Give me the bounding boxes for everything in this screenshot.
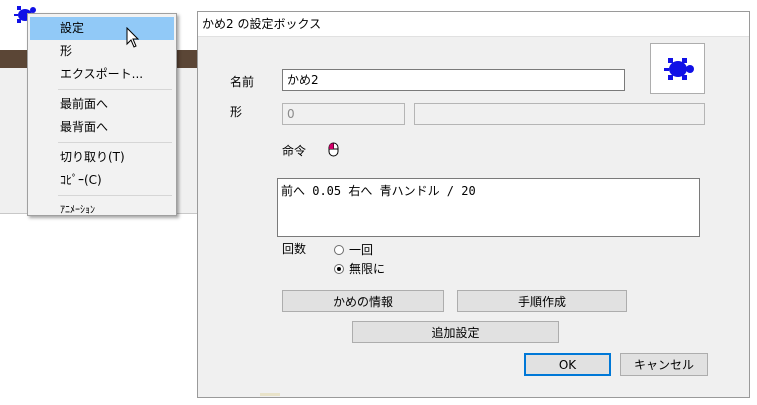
menu-item-settings[interactable]: 設定 bbox=[30, 17, 174, 40]
menu-separator bbox=[58, 195, 172, 196]
name-input[interactable]: かめ2 bbox=[282, 69, 625, 91]
radio-infinite[interactable] bbox=[334, 263, 344, 274]
pointer-cursor-icon bbox=[126, 27, 140, 48]
menu-item-send-back[interactable]: 最背面へ bbox=[28, 116, 176, 139]
menu-separator bbox=[58, 89, 172, 90]
additional-settings-button[interactable]: 追加設定 bbox=[352, 321, 559, 343]
create-procedure-button[interactable]: 手順作成 bbox=[457, 290, 627, 312]
menu-item-animation[interactable]: ｱﾆﾒｰｼｮﾝ bbox=[28, 199, 176, 222]
canvas-edge bbox=[260, 393, 280, 396]
menu-item-shape[interactable]: 形 bbox=[28, 40, 176, 63]
command-label: 命令 bbox=[282, 144, 307, 158]
menu-item-bring-front[interactable]: 最前面へ bbox=[28, 93, 176, 116]
radio-once[interactable] bbox=[334, 244, 344, 255]
count-infinite-label: 無限に bbox=[349, 262, 386, 276]
command-textarea[interactable]: 前へ 0.05 右へ 青ハンドル / 20 bbox=[277, 178, 700, 237]
cancel-button[interactable]: キャンセル bbox=[620, 353, 708, 376]
mouse-icon[interactable] bbox=[328, 142, 339, 157]
count-infinite-option[interactable]: 無限に bbox=[334, 260, 385, 277]
shape-label: 形 bbox=[230, 105, 243, 119]
turtle-preview[interactable] bbox=[650, 43, 705, 94]
context-menu: 設定 形 エクスポート... 最前面へ 最背面へ 切り取り(T) ｺﾋﾟｰ(C)… bbox=[27, 13, 177, 216]
count-label: 回数 bbox=[282, 242, 307, 256]
menu-item-export[interactable]: エクスポート... bbox=[28, 63, 176, 86]
settings-dialog: かめ2 の設定ボックス 名前 かめ2 形 0 命令 前へ 0.05 右へ 青ハン… bbox=[197, 11, 750, 398]
menu-item-copy[interactable]: ｺﾋﾟｰ(C) bbox=[28, 169, 176, 192]
name-label: 名前 bbox=[230, 75, 255, 89]
turtle-info-button[interactable]: かめの情報 bbox=[282, 290, 444, 312]
shape-input[interactable]: 0 bbox=[282, 103, 405, 125]
shape-name-input[interactable] bbox=[414, 103, 705, 125]
menu-item-cut[interactable]: 切り取り(T) bbox=[28, 146, 176, 169]
menu-separator bbox=[58, 142, 172, 143]
count-once-option[interactable]: 一回 bbox=[334, 241, 373, 258]
turtle-icon bbox=[664, 58, 694, 80]
count-once-label: 一回 bbox=[349, 243, 374, 257]
ok-button[interactable]: OK bbox=[524, 353, 611, 376]
dialog-title: かめ2 の設定ボックス bbox=[198, 12, 749, 37]
